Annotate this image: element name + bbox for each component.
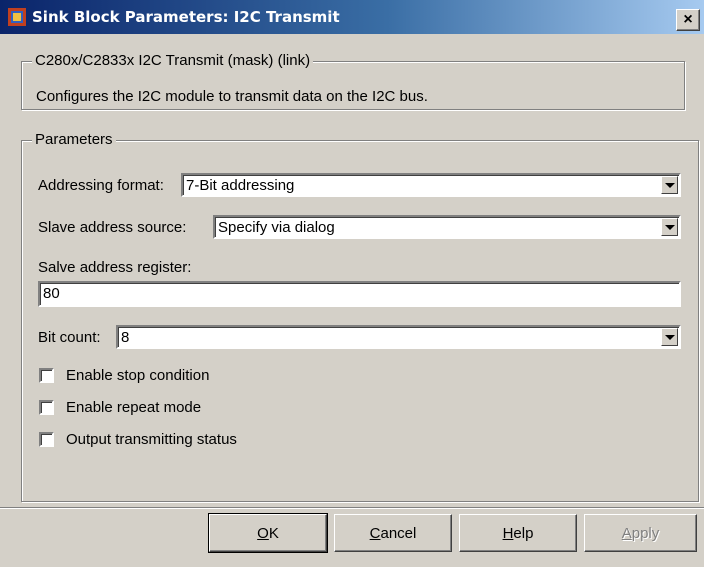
slave-address-register-field[interactable] — [38, 281, 681, 307]
addressing-format-label: Addressing format: — [38, 177, 164, 194]
parameters-group-label: Parameters — [32, 131, 116, 148]
addressing-format-dropdown[interactable]: 7-Bit addressing — [181, 173, 681, 197]
enable-repeat-mode-checkbox[interactable] — [39, 400, 54, 415]
button-separator — [0, 507, 704, 509]
mask-description-group: C280x/C2833x I2C Transmit (mask) (link) … — [21, 52, 685, 110]
cancel-button[interactable]: Cancel — [334, 514, 452, 552]
enable-stop-condition-label[interactable]: Enable stop condition — [66, 367, 209, 384]
enable-repeat-mode-label[interactable]: Enable repeat mode — [66, 399, 201, 416]
slave-address-register-input[interactable] — [43, 285, 643, 302]
close-button[interactable]: × — [676, 9, 700, 31]
bit-count-dropdown[interactable]: 8 — [116, 325, 681, 349]
bit-count-value: 8 — [121, 329, 130, 346]
output-transmitting-status-label[interactable]: Output transmitting status — [66, 431, 237, 448]
enable-stop-condition-checkbox[interactable] — [39, 368, 54, 383]
slave-address-register-label: Salve address register: — [38, 259, 192, 276]
chevron-down-icon — [664, 334, 675, 340]
bit-count-arrow[interactable] — [661, 328, 678, 346]
apply-button[interactable]: Apply — [584, 514, 697, 552]
slave-address-source-arrow[interactable] — [661, 218, 678, 236]
window-title: Sink Block Parameters: I2C Transmit — [32, 8, 340, 26]
chevron-down-icon — [664, 224, 675, 230]
addressing-format-value: 7-Bit addressing — [186, 177, 295, 194]
mask-description-text: Configures the I2C module to transmit da… — [36, 88, 428, 105]
help-button[interactable]: Help — [459, 514, 577, 552]
title-bar[interactable]: Sink Block Parameters: I2C Transmit × — [0, 0, 704, 34]
close-icon: × — [683, 11, 693, 28]
simulink-block-icon — [8, 8, 26, 26]
output-transmitting-status-checkbox[interactable] — [39, 432, 54, 447]
slave-address-source-label: Slave address source: — [38, 219, 187, 236]
addressing-format-arrow[interactable] — [661, 176, 678, 194]
slave-address-source-value: Specify via dialog — [218, 219, 335, 236]
slave-address-source-dropdown[interactable]: Specify via dialog — [213, 215, 681, 239]
apply-button-label: Apply — [621, 524, 660, 542]
chevron-down-icon — [664, 182, 675, 188]
mask-group-label: C280x/C2833x I2C Transmit (mask) (link) — [32, 52, 314, 69]
dialog-window: Sink Block Parameters: I2C Transmit × C2… — [0, 0, 704, 567]
help-button-label: Help — [502, 524, 534, 542]
cancel-button-label: Cancel — [369, 524, 417, 542]
ok-button-label: OK — [257, 524, 279, 542]
bit-count-label: Bit count: — [38, 329, 101, 346]
ok-button[interactable]: OK — [208, 513, 328, 553]
